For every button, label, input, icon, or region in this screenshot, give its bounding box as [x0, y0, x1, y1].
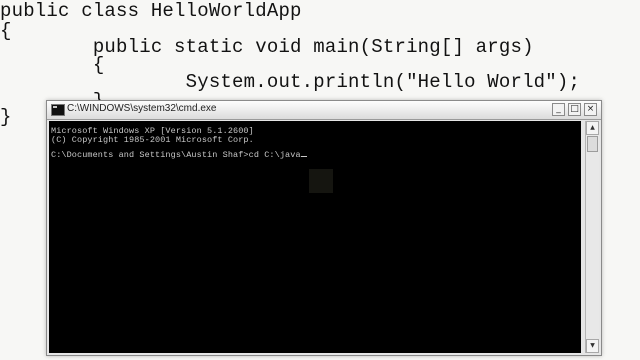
text-cursor: [300, 156, 307, 157]
console-output-area[interactable]: Microsoft Windows XP [Version 5.1.2600] …: [49, 121, 581, 353]
video-artifact: [309, 169, 333, 193]
console-line: (C) Copyright 1985-2001 Microsoft Corp.: [51, 135, 254, 145]
vertical-scrollbar[interactable]: ▲ ▼: [585, 121, 599, 353]
window-titlebar[interactable]: C:\WINDOWS\system32\cmd.exe _ □ ×: [47, 101, 601, 120]
console-prompt-text: C:\Documents and Settings\Austin Shaf>cd…: [51, 150, 301, 160]
scroll-up-arrow-icon[interactable]: ▲: [586, 121, 599, 135]
close-button[interactable]: ×: [584, 103, 597, 116]
scroll-thumb[interactable]: [587, 136, 598, 152]
scroll-down-arrow-icon[interactable]: ▼: [586, 339, 599, 353]
command-prompt-window[interactable]: C:\WINDOWS\system32\cmd.exe _ □ × Micros…: [46, 100, 602, 356]
window-title: C:\WINDOWS\system32\cmd.exe: [67, 103, 217, 114]
code-line: public class HelloWorldApp: [0, 0, 302, 22]
code-line: }: [0, 106, 12, 128]
cmd-window-icon[interactable]: [51, 104, 65, 116]
maximize-button[interactable]: □: [568, 103, 581, 116]
console-prompt-line[interactable]: C:\Documents and Settings\Austin Shaf>cd…: [51, 150, 307, 160]
minimize-button[interactable]: _: [552, 103, 565, 116]
